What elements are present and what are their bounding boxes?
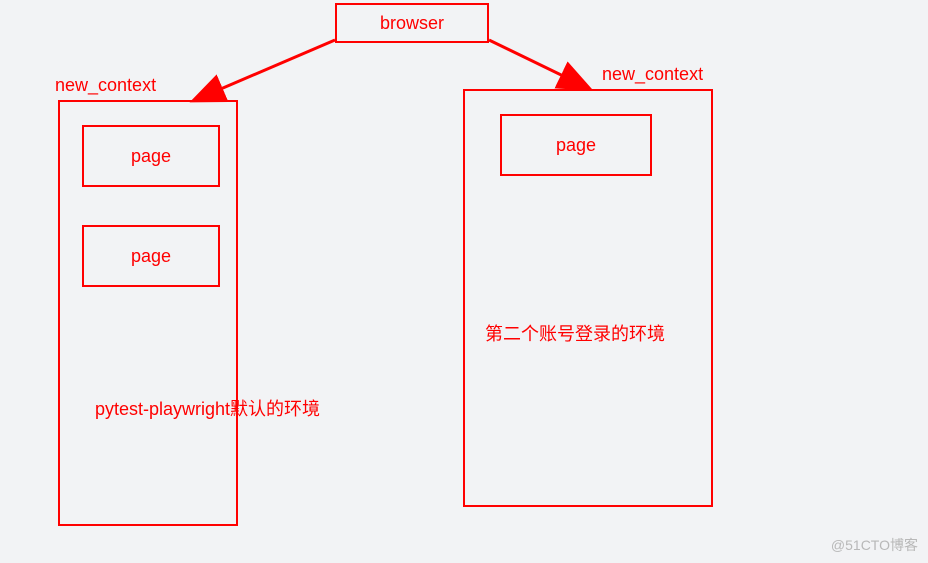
context-right-description: 第二个账号登录的环境	[485, 320, 665, 346]
page-node: page	[500, 114, 652, 176]
context-left-description: pytest-playwright默认的环境	[95, 395, 320, 421]
arrow-right-icon	[489, 40, 588, 88]
page-label: page	[131, 246, 171, 267]
page-label: page	[131, 146, 171, 167]
watermark: @51CTO博客	[831, 535, 918, 555]
context-right-label: new_context	[602, 64, 703, 85]
page-node: page	[82, 125, 220, 187]
page-node: page	[82, 225, 220, 287]
context-left-label: new_context	[55, 75, 156, 96]
browser-label: browser	[380, 13, 444, 34]
page-label: page	[556, 135, 596, 156]
browser-node: browser	[335, 3, 489, 43]
arrow-left-icon	[195, 40, 335, 100]
